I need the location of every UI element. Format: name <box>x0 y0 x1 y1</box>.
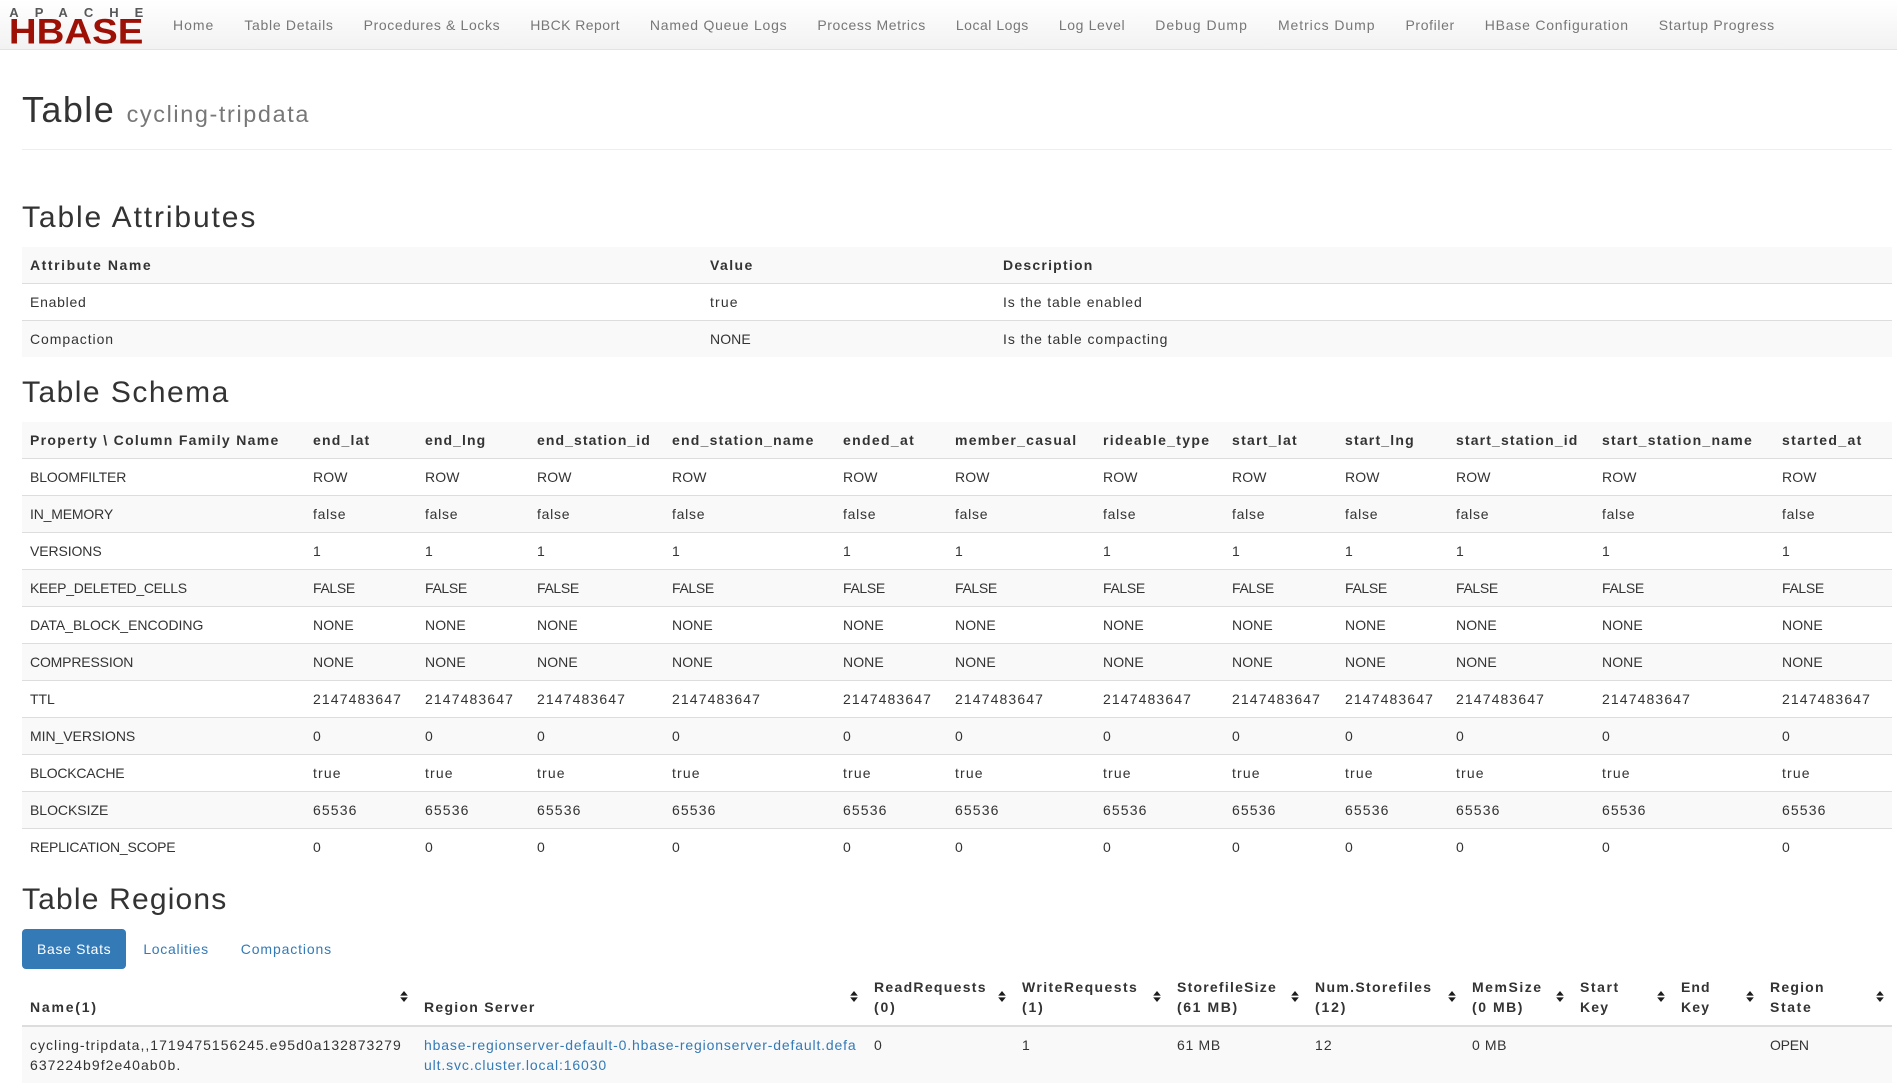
svg-text:HBASE: HBASE <box>9 12 144 50</box>
